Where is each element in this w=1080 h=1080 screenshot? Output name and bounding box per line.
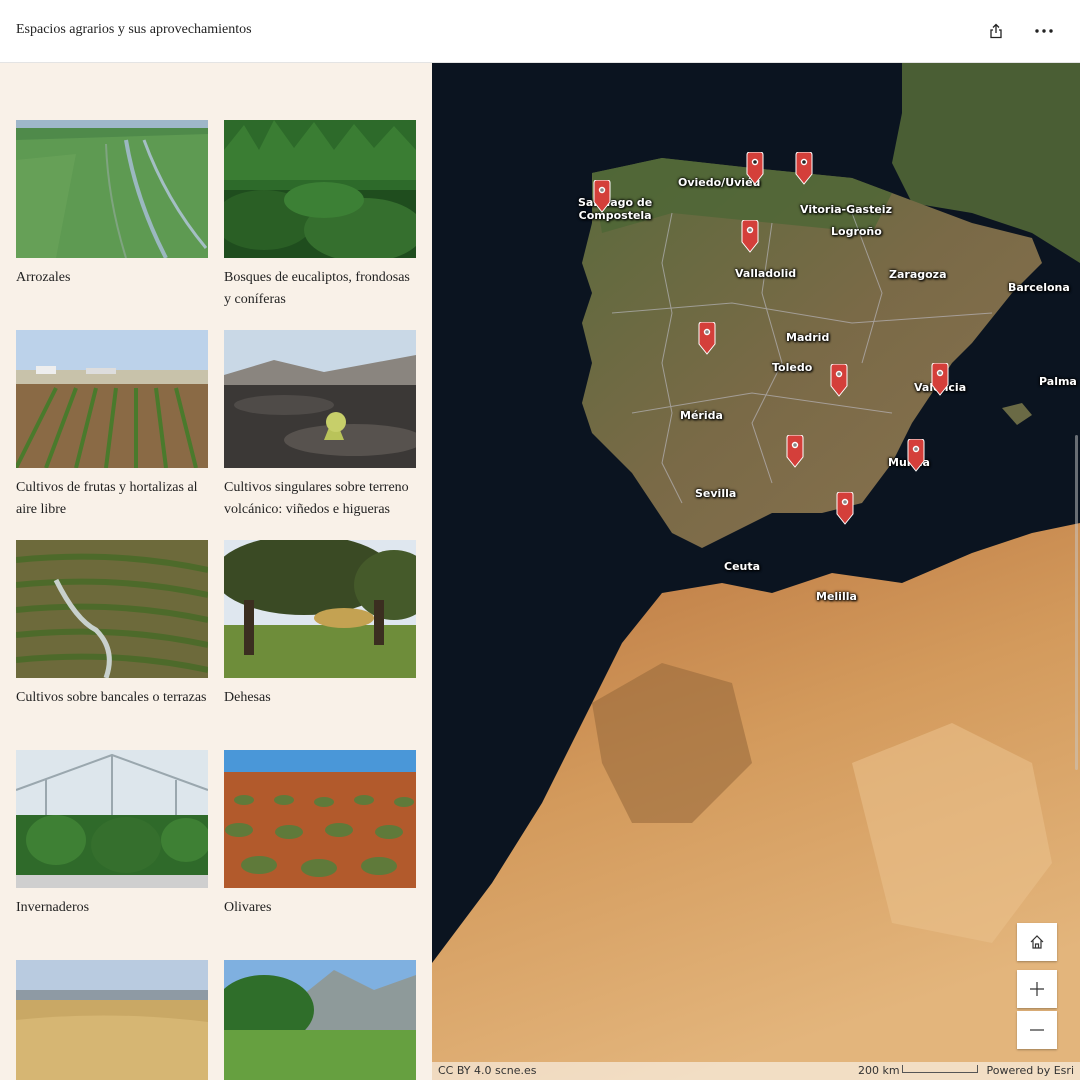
more-options-button[interactable] <box>1029 16 1059 46</box>
gallery-card-bancales[interactable]: Cultivos sobre bancales o terrazas <box>16 540 208 709</box>
thumbnail-volcanic-vineyard <box>224 330 416 468</box>
more-horizontal-icon <box>1035 29 1053 33</box>
city-label-logrono: Logroño <box>831 225 882 238</box>
city-label-melilla: Melilla <box>816 590 857 603</box>
gallery-card-label: Arrozales <box>16 270 71 285</box>
zoom-in-icon <box>1030 982 1044 996</box>
map-pin[interactable] <box>697 322 717 356</box>
thumbnail-mountain-meadow <box>224 960 416 1080</box>
gallery-card-dehesas[interactable]: Dehesas <box>224 540 416 709</box>
city-label-merida: Mérida <box>680 409 723 422</box>
city-label-barcelona: Barcelona <box>1008 281 1070 294</box>
map-scrollbar[interactable] <box>1075 435 1078 770</box>
city-label-sevilla: Sevilla <box>695 487 737 500</box>
gallery-card-label: Cultivos sobre bancales o terrazas <box>16 690 207 705</box>
gallery-card-frutas-hortalizas[interactable]: Cultivos de frutas y hortalizas al aire … <box>16 330 208 521</box>
thumbnail-wheat-field <box>16 960 208 1080</box>
city-label-toledo: Toledo <box>772 361 813 374</box>
home-button[interactable] <box>1017 923 1057 961</box>
page-title: Espacios agrarios y sus aprovechamientos <box>16 22 252 37</box>
city-label-valladolid: Valladolid <box>735 267 797 280</box>
city-label-palma: Palma <box>1039 375 1077 388</box>
thumbnail-greenhouse <box>16 750 208 888</box>
powered-by-esri[interactable]: Powered by Esri <box>986 1064 1074 1077</box>
map-pin[interactable] <box>592 180 612 214</box>
gallery-card-label: Cultivos de frutas y hortalizas al aire … <box>16 480 198 517</box>
gallery-card-label: Bosques de eucaliptos, frondosas y coníf… <box>224 270 410 307</box>
thumbnail-terraces <box>16 540 208 678</box>
map-view[interactable]: Santiago de Compostela Oviedo/Uviéu Vitor… <box>432 63 1080 1080</box>
map-pin[interactable] <box>740 220 760 254</box>
gallery-card-arrozales[interactable]: Arrozales <box>16 120 208 289</box>
gallery-card-label: Olivares <box>224 900 272 915</box>
gallery-panel: Arrozales Bosques de eucaliptos, frondos… <box>0 63 432 1080</box>
thumbnail-olive-grove <box>224 750 416 888</box>
zoom-in-button[interactable] <box>1017 970 1057 1008</box>
attribution-text[interactable]: CC BY 4.0 scne.es <box>438 1064 537 1077</box>
city-label-ceuta: Ceuta <box>724 560 761 573</box>
thumbnail-rice-fields <box>16 120 208 258</box>
map-pin[interactable] <box>906 439 926 473</box>
gallery-card-volcanico[interactable]: Cultivos singulares sobre terreno volcán… <box>224 330 416 521</box>
zoom-out-button[interactable] <box>1017 1011 1057 1049</box>
map-pin[interactable] <box>745 152 765 186</box>
thumbnail-vegetable-field <box>16 330 208 468</box>
map-pin[interactable] <box>829 364 849 398</box>
gallery-card-olivares[interactable]: Olivares <box>224 750 416 919</box>
map-pin[interactable] <box>794 152 814 186</box>
scale-label: 200 km <box>858 1064 900 1077</box>
gallery-card-bosques[interactable]: Bosques de eucaliptos, frondosas y coníf… <box>224 120 416 311</box>
gallery-card-invernaderos[interactable]: Invernaderos <box>16 750 208 919</box>
map-pin[interactable] <box>785 435 805 469</box>
gallery-card-cereales[interactable] <box>16 960 208 1080</box>
thumbnail-forest <box>224 120 416 258</box>
zoom-out-icon <box>1030 1029 1044 1031</box>
gallery-card-label: Dehesas <box>224 690 271 705</box>
gallery-card-label: Invernaderos <box>16 900 90 915</box>
thumbnail-dehesa <box>224 540 416 678</box>
city-label-vitoria: Vitoria-Gasteiz <box>800 203 892 216</box>
home-icon <box>1030 935 1044 949</box>
gallery-card-label: Cultivos singulares sobre terreno volcán… <box>224 480 409 517</box>
share-button[interactable] <box>981 16 1011 46</box>
map-pin[interactable] <box>930 363 950 397</box>
gallery-card-montana[interactable] <box>224 960 416 1080</box>
scale-bar <box>902 1065 978 1073</box>
city-label-madrid: Madrid <box>786 331 830 344</box>
city-label-santiago: Santiago de Compostela <box>578 196 653 222</box>
map-attribution-bar: CC BY 4.0 scne.es 200 km Powered by Esri <box>432 1062 1080 1080</box>
city-label-zaragoza: Zaragoza <box>889 268 947 281</box>
map-pin[interactable] <box>835 492 855 526</box>
app-header: Espacios agrarios y sus aprovechamientos <box>0 0 1080 63</box>
share-icon <box>990 23 1002 39</box>
